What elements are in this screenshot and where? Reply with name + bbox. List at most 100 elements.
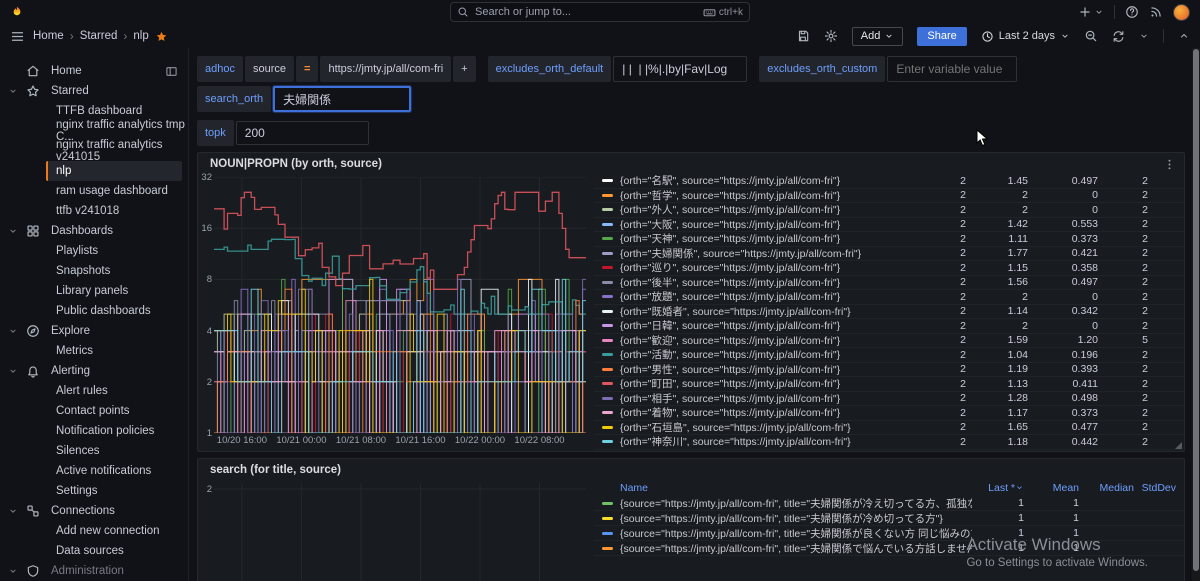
adhoc-operator-chip[interactable]: =: [296, 56, 318, 82]
sidebar-item-playlists[interactable]: Playlists: [0, 241, 188, 261]
breadcrumb-starred[interactable]: Starred: [80, 30, 118, 42]
chevron-down-icon[interactable]: [8, 86, 20, 96]
help-button[interactable]: [1125, 5, 1139, 19]
legend-label[interactable]: {orth="神奈川", source="https://jmty.jp/all…: [616, 434, 921, 449]
sidebar-item-library-panels[interactable]: Library panels: [0, 281, 188, 301]
sidebar-item-notification-policies[interactable]: Notification policies: [0, 421, 188, 441]
sidebar-item-snapshots[interactable]: Snapshots: [0, 261, 188, 281]
save-dashboard-button[interactable]: [796, 29, 810, 43]
legend-row[interactable]: {orth="放題", source="https://jmty.jp/all/…: [594, 290, 1184, 305]
legend-label[interactable]: {orth="既婚者", source="https://jmty.jp/all…: [616, 304, 921, 319]
breadcrumb-home[interactable]: Home: [33, 30, 64, 42]
sidebar-item-dashboards[interactable]: Dashboards: [0, 221, 188, 241]
legend-row[interactable]: {orth="巡り", source="https://jmty.jp/all/…: [594, 261, 1184, 276]
legend-label[interactable]: {orth="日韓", source="https://jmty.jp/all/…: [616, 318, 921, 333]
sidebar-item-settings[interactable]: Settings: [0, 481, 188, 501]
panel-title[interactable]: NOUN|PROPN (by orth, source): [210, 158, 382, 170]
legend-row[interactable]: {orth="着物", source="https://jmty.jp/all/…: [594, 406, 1184, 421]
adhoc-key-chip[interactable]: source: [245, 56, 294, 82]
legend-row[interactable]: {orth="外人", source="https://jmty.jp/all/…: [594, 203, 1184, 218]
legend-row[interactable]: {orth="歓迎", source="https://jmty.jp/all/…: [594, 334, 1184, 349]
excludes-orth-custom-input[interactable]: [887, 56, 1017, 82]
legend-header-mean[interactable]: Mean: [1024, 482, 1079, 494]
news-button[interactable]: [1149, 5, 1163, 19]
legend-label[interactable]: {orth="男性", source="https://jmty.jp/all/…: [616, 362, 921, 377]
refresh-button[interactable]: [1112, 30, 1125, 43]
legend-label[interactable]: {source="https://jmty.jp/all/com-fri", t…: [616, 511, 972, 526]
dock-icon[interactable]: [165, 65, 178, 78]
sidebar-item-active-notifications[interactable]: Active notifications: [0, 461, 188, 481]
scrollbar-thumb[interactable]: [1193, 49, 1199, 571]
legend-row[interactable]: {orth="大阪", source="https://jmty.jp/all/…: [594, 218, 1184, 233]
legend-header-stddev[interactable]: StdDev: [1134, 482, 1176, 494]
legend-label[interactable]: {orth="名駅", source="https://jmty.jp/all/…: [616, 173, 921, 188]
timeseries-chart[interactable]: 32168421 10/20 16:0010/21 00:0010/21 08:…: [198, 173, 594, 451]
legend-label[interactable]: {orth="石垣島", source="https://jmty.jp/all…: [616, 420, 921, 435]
legend-row[interactable]: {orth="天神", source="https://jmty.jp/all/…: [594, 232, 1184, 247]
legend-label[interactable]: {source="https://jmty.jp/all/com-fri", t…: [616, 541, 972, 556]
zoom-out-time-button[interactable]: [1084, 29, 1098, 43]
legend-label[interactable]: {source="https://jmty.jp/all/com-fri", t…: [616, 526, 972, 541]
timeseries-chart[interactable]: 21: [198, 479, 594, 581]
legend-row[interactable]: {source="https://jmty.jp/all/com-fri", t…: [594, 541, 1184, 556]
legend-row[interactable]: {orth="後半", source="https://jmty.jp/all/…: [594, 276, 1184, 291]
legend-row[interactable]: {orth="日韓", source="https://jmty.jp/all/…: [594, 319, 1184, 334]
legend-row[interactable]: {orth="活動", source="https://jmty.jp/all/…: [594, 348, 1184, 363]
sidebar-item-metrics[interactable]: Metrics: [0, 341, 188, 361]
sidebar-item-nginx-traffic-analytics-tmp-c[interactable]: nginx traffic analytics tmp C...: [0, 121, 188, 141]
legend-row[interactable]: {source="https://jmty.jp/all/com-fri", t…: [594, 526, 1184, 541]
add-panel-button[interactable]: Add: [852, 27, 904, 46]
page-scrollbar[interactable]: [1192, 48, 1200, 581]
legend-row[interactable]: {orth="町田", source="https://jmty.jp/all/…: [594, 377, 1184, 392]
legend-label[interactable]: {orth="歓迎", source="https://jmty.jp/all/…: [616, 333, 921, 348]
sidebar-item-alert-rules[interactable]: Alert rules: [0, 381, 188, 401]
sidebar-item-add-new-connection[interactable]: Add new connection: [0, 521, 188, 541]
plot-area[interactable]: [214, 177, 586, 438]
mega-menu-toggle[interactable]: [10, 29, 25, 44]
sidebar-item-administration[interactable]: Administration: [0, 561, 188, 581]
legend-row[interactable]: {orth="男性", source="https://jmty.jp/all/…: [594, 363, 1184, 378]
legend-row[interactable]: {source="https://jmty.jp/all/com-fri", t…: [594, 511, 1184, 526]
legend-row[interactable]: {orth="石垣島", source="https://jmty.jp/all…: [594, 421, 1184, 436]
search-input[interactable]: Search or jump to... ctrl+k: [450, 2, 750, 22]
legend-label[interactable]: {orth="相手", source="https://jmty.jp/all/…: [616, 391, 921, 406]
panel-menu-button[interactable]: [1163, 158, 1176, 171]
legend-row[interactable]: {orth="既婚者", source="https://jmty.jp/all…: [594, 305, 1184, 320]
excludes-orth-default-input[interactable]: [613, 56, 747, 82]
legend-header-median[interactable]: Median: [1079, 482, 1134, 494]
legend-row[interactable]: {orth="相手", source="https://jmty.jp/all/…: [594, 392, 1184, 407]
legend-row[interactable]: {source="https://jmty.jp/all/com-fri", t…: [594, 496, 1184, 511]
sidebar-item-nginx-traffic-analytics-v241015[interactable]: nginx traffic analytics v241015: [0, 141, 188, 161]
chevron-down-icon[interactable]: [8, 506, 20, 516]
legend-label[interactable]: {orth="大阪", source="https://jmty.jp/all/…: [616, 217, 921, 232]
search-orth-input[interactable]: [273, 86, 411, 112]
legend-header-name[interactable]: Name: [616, 482, 972, 494]
sidebar-item-ram-usage-dashboard[interactable]: ram usage dashboard: [0, 181, 188, 201]
adhoc-add-filter-button[interactable]: +: [453, 56, 475, 82]
legend-label[interactable]: {orth="活動", source="https://jmty.jp/all/…: [616, 347, 921, 362]
dashboard-settings-button[interactable]: [824, 29, 838, 43]
favorite-star-icon[interactable]: [155, 30, 168, 43]
sidebar-item-explore[interactable]: Explore: [0, 321, 188, 341]
panel-resize-handle[interactable]: [1175, 442, 1182, 449]
sidebar-item-nlp[interactable]: nlp: [46, 161, 182, 181]
legend-row[interactable]: {orth="名駅", source="https://jmty.jp/all/…: [594, 174, 1184, 189]
legend-label[interactable]: {source="https://jmty.jp/all/com-fri", t…: [616, 496, 972, 511]
legend-row[interactable]: {orth="哲学", source="https://jmty.jp/all/…: [594, 189, 1184, 204]
share-button[interactable]: Share: [917, 27, 966, 46]
sidebar-item-ttfb-v241018[interactable]: ttfb v241018: [0, 201, 188, 221]
sidebar-item-contact-points[interactable]: Contact points: [0, 401, 188, 421]
panel-title[interactable]: search (for title, source): [210, 464, 341, 476]
sidebar-item-data-sources[interactable]: Data sources: [0, 541, 188, 561]
plot-area[interactable]: [214, 483, 586, 581]
legend-label[interactable]: {orth="天神", source="https://jmty.jp/all/…: [616, 231, 921, 246]
sidebar-item-home[interactable]: Home: [0, 61, 188, 81]
legend-label[interactable]: {orth="夫婦関係", source="https://jmty.jp/al…: [616, 246, 921, 261]
sidebar-item-public-dashboards[interactable]: Public dashboards: [0, 301, 188, 321]
refresh-interval-button[interactable]: [1139, 31, 1149, 41]
legend-label[interactable]: {orth="哲学", source="https://jmty.jp/all/…: [616, 188, 921, 203]
collapse-controls-button[interactable]: [1178, 30, 1190, 42]
legend-label[interactable]: {orth="後半", source="https://jmty.jp/all/…: [616, 275, 921, 290]
legend-label[interactable]: {orth="放題", source="https://jmty.jp/all/…: [616, 289, 921, 304]
sidebar-item-alerting[interactable]: Alerting: [0, 361, 188, 381]
